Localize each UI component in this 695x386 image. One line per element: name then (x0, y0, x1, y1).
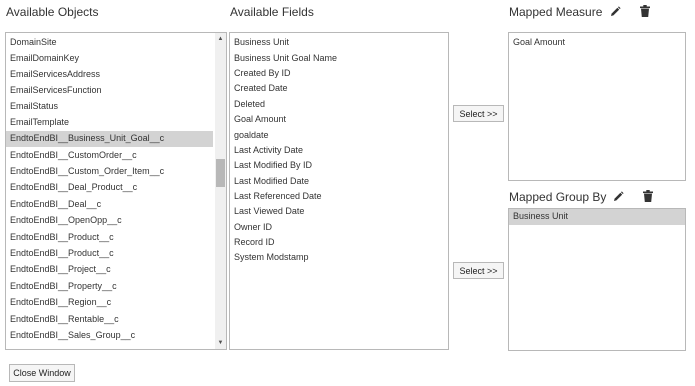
field-item[interactable]: Business Unit Goal Name (234, 53, 337, 64)
field-item[interactable]: Business Unit (234, 37, 289, 48)
mapped-group-by-heading: Mapped Group By (509, 190, 607, 204)
group-by-item-selected[interactable]: Business Unit (513, 211, 568, 222)
object-item[interactable]: EndtoEndBI__Deal__c (10, 199, 101, 210)
field-item[interactable]: goaldate (234, 130, 269, 141)
object-item[interactable]: EndtoEndBI__Product__c (10, 248, 114, 259)
delete-measure-trash-icon[interactable] (638, 4, 652, 18)
object-item[interactable]: EndtoEndBI__Property__c (10, 281, 117, 292)
object-item[interactable]: EndtoEndBI__Product__c (10, 232, 114, 243)
object-item[interactable]: EmailStatus (10, 101, 58, 112)
scroll-up-arrow-icon[interactable]: ▲ (215, 33, 226, 45)
field-item[interactable]: Last Viewed Date (234, 206, 304, 217)
mapped-group-by-list[interactable]: Business Unit (508, 208, 686, 351)
object-item[interactable]: EndtoEndBI__Deal_Product__c (10, 182, 137, 193)
object-item[interactable]: DomainSite (10, 37, 57, 48)
field-item[interactable]: Created Date (234, 83, 288, 94)
object-item[interactable]: EndtoEndBI__Rentable__c (10, 314, 119, 325)
field-item[interactable]: Created By ID (234, 68, 291, 79)
mapped-measure-list[interactable]: Goal Amount (508, 32, 686, 181)
field-item[interactable]: Record ID (234, 237, 275, 248)
select-group-by-button[interactable]: Select >> (453, 262, 504, 279)
object-item[interactable]: EndtoEndBI__Project__c (10, 264, 111, 275)
object-item[interactable]: EndtoEndBI__Custom_Order_Item__c (10, 166, 164, 177)
edit-measure-pencil-icon[interactable] (608, 5, 622, 19)
available-fields-list[interactable]: Business Unit Business Unit Goal Name Cr… (229, 32, 449, 350)
object-item[interactable]: EmailDomainKey (10, 53, 79, 64)
field-item[interactable]: Owner ID (234, 222, 272, 233)
select-measure-button[interactable]: Select >> (453, 105, 504, 122)
mapped-measure-heading: Mapped Measure (509, 5, 603, 19)
object-item[interactable]: EmailServicesFunction (10, 85, 102, 96)
object-item[interactable]: EndtoEndBI__CustomOrder__c (10, 150, 137, 161)
object-item[interactable]: EmailServicesAddress (10, 69, 100, 80)
field-item[interactable]: Deleted (234, 99, 265, 110)
available-fields-heading: Available Fields (230, 5, 314, 19)
object-item-selected[interactable]: EndtoEndBI__Business_Unit_Goal__c (10, 133, 164, 144)
field-item[interactable]: Last Modified Date (234, 176, 309, 187)
available-objects-heading: Available Objects (6, 5, 99, 19)
field-item[interactable]: Last Modified By ID (234, 160, 312, 171)
field-item[interactable]: Last Activity Date (234, 145, 303, 156)
scroll-down-arrow-icon[interactable]: ▼ (215, 337, 226, 349)
edit-group-by-pencil-icon[interactable] (611, 190, 625, 204)
delete-group-by-trash-icon[interactable] (641, 189, 655, 203)
available-objects-list[interactable]: DomainSite EmailDomainKey EmailServicesA… (5, 32, 227, 350)
measure-item[interactable]: Goal Amount (513, 37, 565, 48)
object-item[interactable]: EndtoEndBI__Region__c (10, 297, 111, 308)
objects-scrollbar[interactable]: ▲ ▼ (215, 33, 226, 349)
close-window-button[interactable]: Close Window (9, 364, 75, 382)
field-item[interactable]: Last Referenced Date (234, 191, 322, 202)
scrollbar-thumb[interactable] (216, 159, 225, 187)
object-item[interactable]: EndtoEndBI__Sales_Group__c (10, 330, 135, 341)
object-item[interactable]: EmailTemplate (10, 117, 69, 128)
object-item[interactable]: EndtoEndBI__OpenOpp__c (10, 215, 122, 226)
field-item[interactable]: Goal Amount (234, 114, 286, 125)
field-item[interactable]: System Modstamp (234, 252, 309, 263)
